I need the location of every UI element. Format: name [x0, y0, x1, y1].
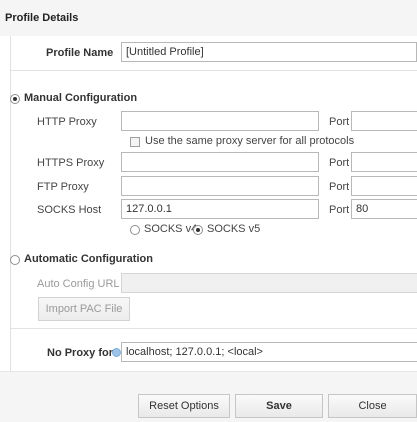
save-button[interactable]: Save [235, 394, 323, 418]
socks-v4-radio[interactable] [130, 225, 140, 235]
socks-v5-label: SOCKS v5 [207, 223, 261, 235]
profile-name-label: Profile Name [46, 47, 114, 59]
automatic-configuration-label: Automatic Configuration [24, 253, 153, 265]
info-icon[interactable] [112, 348, 121, 357]
profile-panel: Profile Name Manual Configuration HTTP P… [10, 36, 417, 371]
ftp-proxy-label: FTP Proxy [37, 181, 89, 193]
automatic-configuration-radio[interactable] [10, 255, 20, 265]
no-proxy-label: No Proxy for [47, 347, 114, 359]
ftp-port-input[interactable] [351, 176, 417, 196]
https-proxy-label: HTTPS Proxy [37, 157, 105, 169]
ftp-proxy-input[interactable] [121, 176, 319, 196]
same-proxy-checkbox[interactable] [130, 137, 140, 147]
same-proxy-label: Use the same proxy server for all protoc… [145, 135, 355, 147]
socks-v5-radio[interactable] [193, 225, 203, 235]
reset-options-button[interactable]: Reset Options [138, 394, 230, 418]
https-port-input[interactable] [351, 152, 417, 172]
manual-configuration-radio[interactable] [10, 94, 20, 104]
socks-port-input[interactable] [351, 199, 417, 219]
separator [11, 70, 417, 71]
import-pac-file-button[interactable]: Import PAC File [38, 297, 130, 321]
dialog-footer: Reset Options Save Close [0, 371, 417, 422]
profile-details-header: Profile Details [0, 0, 417, 36]
auto-config-url-input[interactable] [121, 273, 417, 293]
page-title: Profile Details [5, 12, 79, 24]
auto-config-url-label: Auto Config URL [37, 278, 120, 290]
socks-host-input[interactable] [121, 199, 319, 219]
separator [11, 328, 417, 329]
socks-port-label: Port [329, 204, 350, 216]
http-proxy-label: HTTP Proxy [37, 116, 97, 128]
no-proxy-input[interactable] [121, 342, 417, 362]
http-port-input[interactable] [351, 111, 417, 131]
https-proxy-input[interactable] [121, 152, 319, 172]
socks-v4-label: SOCKS v4 [144, 223, 198, 235]
http-proxy-input[interactable] [121, 111, 319, 131]
close-button[interactable]: Close [328, 394, 417, 418]
profile-name-input[interactable] [121, 42, 417, 62]
socks-host-label: SOCKS Host [37, 204, 102, 216]
http-port-label: Port [329, 116, 350, 128]
https-port-label: Port [329, 157, 350, 169]
ftp-port-label: Port [329, 181, 350, 193]
manual-configuration-label: Manual Configuration [24, 92, 138, 104]
